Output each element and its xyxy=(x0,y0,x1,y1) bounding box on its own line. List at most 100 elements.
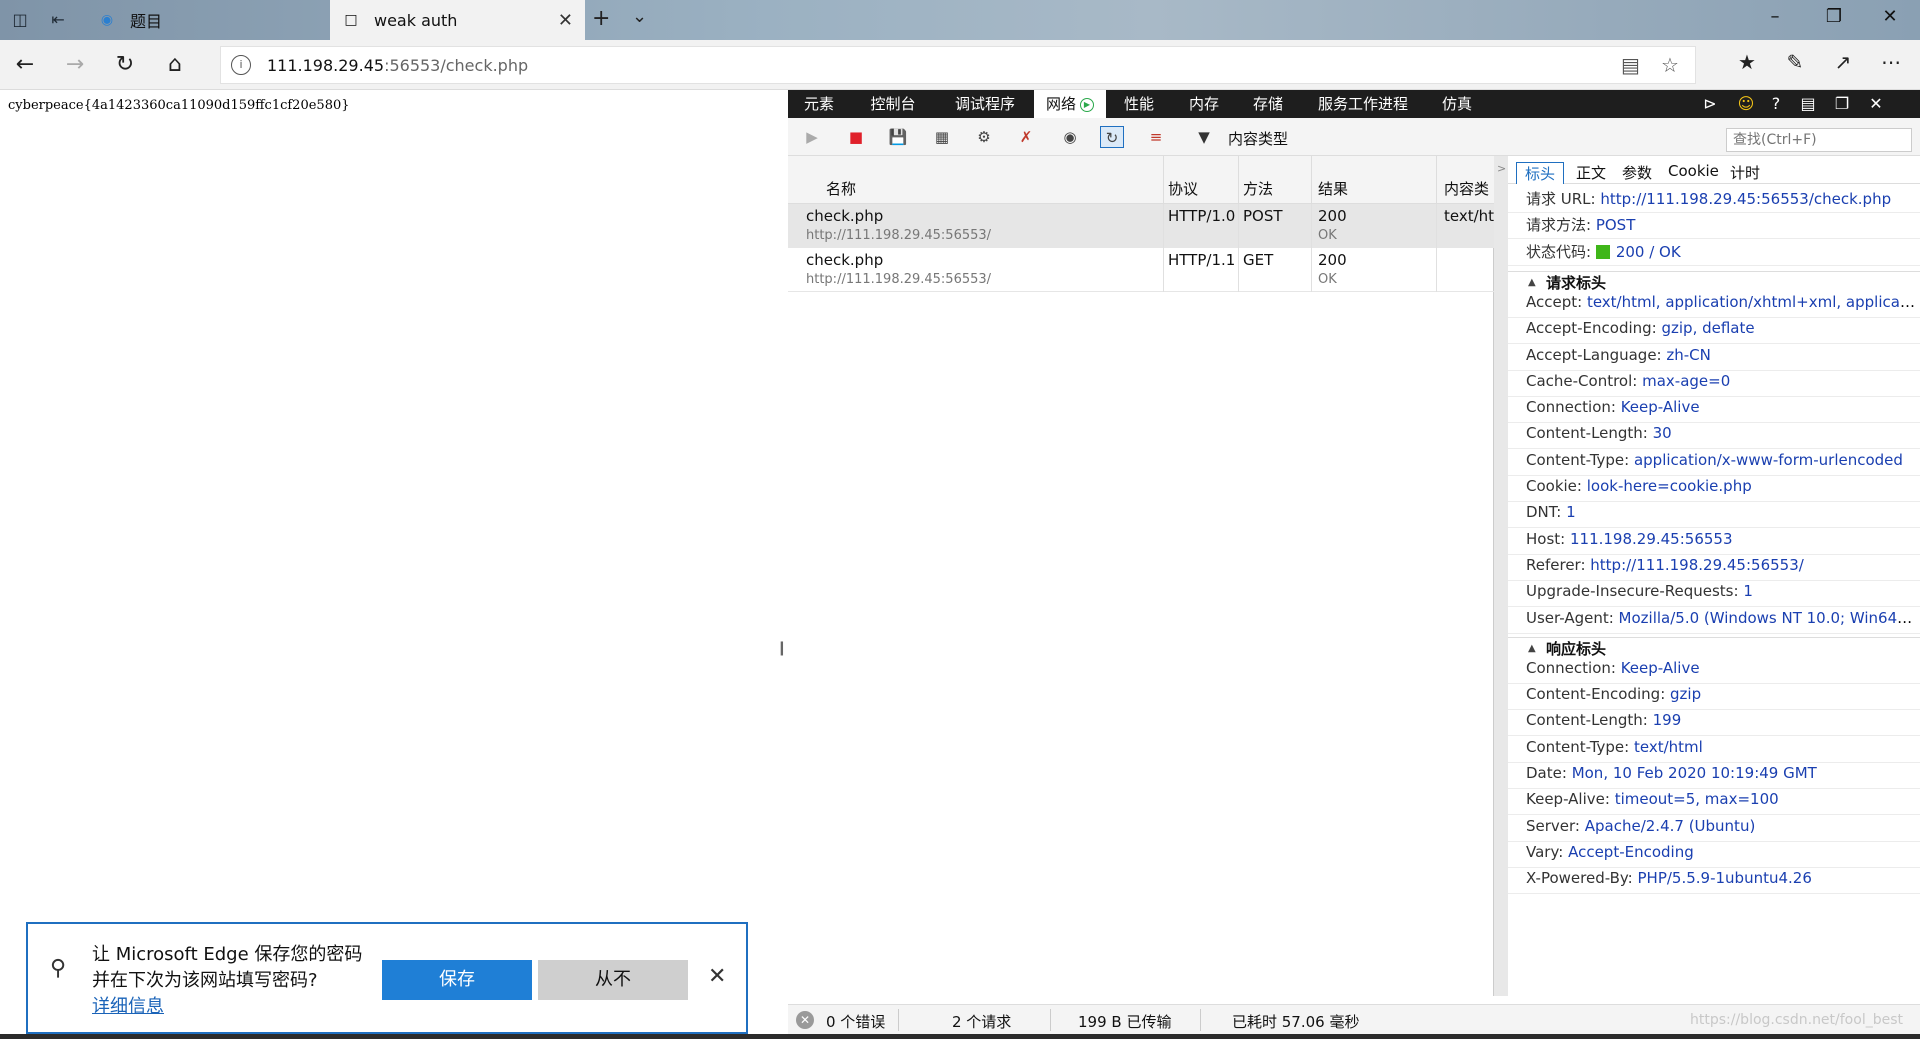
tab-service-workers[interactable]: 服务工作进程 xyxy=(1300,90,1426,118)
header-row[interactable]: Keep-Alive: timeout=5, max=100 xyxy=(1526,790,1916,808)
header-row[interactable]: Accept: text/html, application/xhtml+xml… xyxy=(1526,293,1916,311)
tab-memory[interactable]: 内存 xyxy=(1172,90,1236,118)
cookie-icon[interactable]: ◉ xyxy=(1058,126,1082,148)
header-row[interactable]: DNT: 1 xyxy=(1526,503,1916,521)
never-button[interactable]: 从不 xyxy=(538,960,688,1000)
tab-inactive[interactable]: ◉ 题目 xyxy=(86,0,330,40)
chevron-down-icon[interactable]: ⌄ xyxy=(632,6,647,27)
save-button[interactable]: 保存 xyxy=(382,960,532,1000)
tab-console[interactable]: 控制台 xyxy=(850,90,936,118)
tab-performance[interactable]: 性能 xyxy=(1106,90,1172,118)
response-headers-section[interactable]: ▲ 响应标头 xyxy=(1508,636,1920,659)
header-row[interactable]: Connection: Keep-Alive xyxy=(1526,398,1916,416)
always-refresh-icon[interactable]: ↻ xyxy=(1100,126,1124,148)
collapse-icon[interactable]: > xyxy=(1497,162,1506,175)
column-divider[interactable] xyxy=(1238,156,1239,204)
pane-splitter-handle[interactable]: ❙ xyxy=(776,640,788,656)
column-divider[interactable] xyxy=(1163,156,1164,204)
stop-icon[interactable]: ■ xyxy=(844,126,868,148)
header-row[interactable]: Accept-Encoding: gzip, deflate xyxy=(1526,319,1916,337)
content-type-filter[interactable]: 内容类型 xyxy=(1228,128,1288,149)
tab-network[interactable]: 网络 ▶ xyxy=(1034,90,1106,118)
tab-storage[interactable]: 存储 xyxy=(1236,90,1300,118)
column-protocol[interactable]: 协议 xyxy=(1168,178,1198,199)
header-row[interactable]: Content-Length: 30 xyxy=(1526,424,1916,442)
set-aside-tabs-icon[interactable]: ⇤ xyxy=(46,8,70,32)
column-name[interactable]: 名称 xyxy=(826,178,856,199)
info-icon[interactable]: i xyxy=(231,55,251,75)
table-row[interactable]: check.php http://111.198.29.45:56553/ HT… xyxy=(788,204,1494,248)
table-row[interactable]: check.php http://111.198.29.45:56553/ HT… xyxy=(788,248,1494,292)
collapse-triangle-icon[interactable]: ▲ xyxy=(1528,643,1536,654)
close-devtools-icon[interactable]: ✕ xyxy=(1864,92,1888,116)
tab-headers[interactable]: 标头 xyxy=(1516,162,1565,184)
header-row[interactable]: Server: Apache/2.4.7 (Ubuntu) xyxy=(1526,817,1916,835)
header-row[interactable]: 请求方法: POST xyxy=(1526,214,1916,235)
filter-icon[interactable]: ▼ xyxy=(1192,126,1216,148)
column-divider[interactable] xyxy=(1436,156,1437,204)
request-headers-section[interactable]: ▲ 请求标头 xyxy=(1508,270,1920,293)
url-input[interactable]: i 111.198.29.45:56553/check.php ▤ ☆ xyxy=(220,46,1696,84)
header-row[interactable]: Content-Encoding: gzip xyxy=(1526,685,1916,703)
minimize-icon[interactable]: – xyxy=(1755,6,1795,27)
import-icon[interactable]: ▦ xyxy=(930,126,954,148)
tab-active[interactable]: □ weak auth ✕ xyxy=(330,0,585,40)
header-row[interactable]: Content-Length: 199 xyxy=(1526,711,1916,729)
header-row[interactable]: Upgrade-Insecure-Requests: 1 xyxy=(1526,582,1916,600)
tab-parameters[interactable]: 参数 xyxy=(1614,162,1660,184)
clear-entries-icon[interactable]: ≡ xyxy=(1144,126,1168,148)
forward-icon[interactable]: → xyxy=(60,50,90,80)
header-row[interactable]: Accept-Language: zh-CN xyxy=(1526,346,1916,364)
header-row[interactable]: Referer: http://111.198.29.45:56553/ xyxy=(1526,556,1916,574)
feedback-smiley-icon[interactable]: ☺ xyxy=(1734,92,1758,116)
pen-icon[interactable]: ✎ xyxy=(1780,50,1810,74)
save-icon[interactable]: 💾 xyxy=(886,126,910,148)
header-row[interactable]: Content-Type: application/x-www-form-url… xyxy=(1526,451,1916,469)
new-tab-icon[interactable]: + xyxy=(592,6,610,31)
tab-body[interactable]: 正文 xyxy=(1568,162,1614,184)
close-icon[interactable]: ✕ xyxy=(708,964,726,989)
clear-cache-icon[interactable]: ⚙ xyxy=(972,126,996,148)
refresh-icon[interactable]: ↻ xyxy=(110,50,140,80)
undock-icon[interactable]: ❐ xyxy=(1830,92,1854,116)
details-link[interactable]: 详细信息 xyxy=(92,992,164,1018)
home-icon[interactable]: ⌂ xyxy=(160,50,190,80)
help-icon[interactable]: ? xyxy=(1764,92,1788,116)
header-row[interactable]: Cache-Control: max-age=0 xyxy=(1526,372,1916,390)
tab-elements[interactable]: 元素 xyxy=(788,90,850,118)
devtools-search-input[interactable] xyxy=(1726,128,1912,152)
tab-manager-icon[interactable]: ◫ xyxy=(8,8,32,32)
close-window-icon[interactable]: ✕ xyxy=(1870,6,1910,27)
column-content-type[interactable]: 内容类 xyxy=(1444,178,1489,199)
reading-view-icon[interactable]: ▤ xyxy=(1621,53,1640,77)
tab-debugger[interactable]: 调试程序 xyxy=(936,90,1034,118)
console-toggle-icon[interactable]: ⊳ xyxy=(1698,92,1722,116)
close-tab-icon[interactable]: ✕ xyxy=(558,10,573,31)
tab-cookie[interactable]: Cookie xyxy=(1660,162,1727,184)
column-method[interactable]: 方法 xyxy=(1243,178,1273,199)
header-row[interactable]: X-Powered-By: PHP/5.5.9-1ubuntu4.26 xyxy=(1526,869,1916,887)
dock-icon[interactable]: ▤ xyxy=(1796,92,1820,116)
header-row[interactable]: Vary: Accept-Encoding xyxy=(1526,843,1916,861)
collapse-triangle-icon[interactable]: ▲ xyxy=(1528,277,1536,288)
column-result[interactable]: 结果 xyxy=(1318,178,1348,199)
favorites-icon[interactable]: ★ xyxy=(1732,50,1762,74)
clear-session-icon[interactable]: ✗ xyxy=(1014,126,1038,148)
play-icon[interactable]: ▶ xyxy=(800,126,824,148)
header-row[interactable]: User-Agent: Mozilla/5.0 (Windows NT 10.0… xyxy=(1526,609,1916,627)
header-row[interactable]: Date: Mon, 10 Feb 2020 10:19:49 GMT xyxy=(1526,764,1916,782)
restore-icon[interactable]: ❐ xyxy=(1814,6,1854,27)
header-row[interactable]: Cookie: look-here=cookie.php xyxy=(1526,477,1916,495)
column-divider[interactable] xyxy=(1311,156,1312,204)
header-row[interactable]: 请求 URL: http://111.198.29.45:56553/check… xyxy=(1526,188,1916,209)
header-row[interactable]: Host: 111.198.29.45:56553 xyxy=(1526,530,1916,548)
header-row[interactable]: Content-Type: text/html xyxy=(1526,738,1916,756)
tab-emulation[interactable]: 仿真 xyxy=(1426,90,1488,118)
share-icon[interactable]: ↗ xyxy=(1828,50,1858,74)
header-row[interactable]: Connection: Keep-Alive xyxy=(1526,659,1916,677)
back-icon[interactable]: ← xyxy=(10,50,40,80)
details-splitter[interactable]: > xyxy=(1494,156,1508,996)
header-row[interactable]: 状态代码: 200 / OK xyxy=(1526,241,1916,262)
favorite-star-icon[interactable]: ☆ xyxy=(1661,53,1679,77)
tab-timing[interactable]: 计时 xyxy=(1722,162,1768,184)
